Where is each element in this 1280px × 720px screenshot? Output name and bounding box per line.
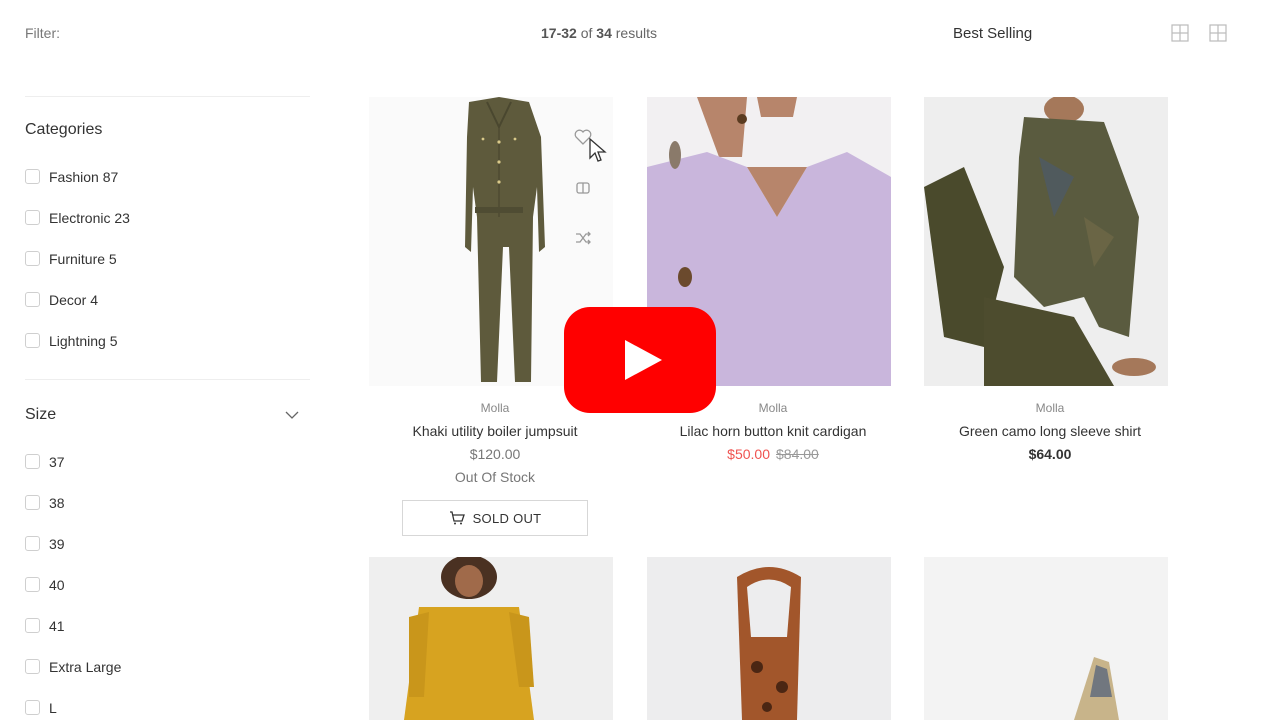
results-range: 17-32	[541, 25, 577, 41]
size-label: 37	[49, 453, 65, 470]
product-image-scarf[interactable]	[647, 557, 891, 720]
sidebar-divider	[25, 379, 310, 380]
compare-icon[interactable]	[573, 178, 593, 198]
results-total: 34	[596, 25, 612, 41]
size-extra-large[interactable]: Extra Large	[25, 646, 310, 687]
categories-list: Fashion 87 Electronic 23 Furniture 5 Dec…	[25, 156, 310, 361]
product-brand[interactable]: Molla	[928, 401, 1172, 415]
category-furniture[interactable]: Furniture 5	[25, 238, 310, 279]
size-label: L	[49, 699, 57, 716]
size-39[interactable]: 39	[25, 523, 310, 564]
checkbox[interactable]	[25, 536, 40, 551]
category-lightning[interactable]: Lightning 5	[25, 320, 310, 361]
category-label: Fashion 87	[49, 168, 119, 185]
checkbox[interactable]	[25, 577, 40, 592]
mouse-cursor-icon	[589, 138, 607, 162]
product-image-shoe[interactable]	[924, 557, 1168, 720]
size-label: 39	[49, 535, 65, 552]
stock-status: Out Of Stock	[454, 469, 536, 485]
sold-out-button[interactable]: SOLD OUT	[402, 500, 588, 536]
checkbox[interactable]	[25, 700, 40, 715]
sold-out-label: SOLD OUT	[472, 510, 542, 526]
checkbox[interactable]	[25, 659, 40, 674]
shop-toolbar: Filter: 17-32 of 34 results Best Selling	[0, 0, 1280, 70]
old-price: $84.00	[776, 446, 819, 462]
size-label: 41	[49, 617, 65, 634]
checkbox[interactable]	[25, 210, 40, 225]
sort-select[interactable]: Best Selling	[953, 25, 1032, 42]
size-38[interactable]: 38	[25, 482, 310, 523]
product-price: $64.00	[1028, 446, 1072, 462]
category-label: Lightning 5	[49, 332, 118, 349]
results-count: 17-32 of 34 results	[541, 25, 657, 41]
category-label: Electronic 23	[49, 209, 130, 226]
checkbox[interactable]	[25, 495, 40, 510]
chevron-down-icon[interactable]	[285, 411, 299, 419]
results-word: results	[615, 25, 657, 41]
size-41[interactable]: 41	[25, 605, 310, 646]
category-fashion[interactable]: Fashion 87	[25, 156, 310, 197]
checkbox[interactable]	[25, 251, 40, 266]
size-37[interactable]: 37	[25, 441, 310, 482]
youtube-play-button[interactable]	[564, 307, 716, 413]
sizes-list: 37 38 39 40 41 Extra Large L	[25, 441, 310, 720]
size-l[interactable]: L	[25, 687, 310, 720]
filter-label[interactable]: Filter:	[25, 25, 60, 41]
category-decor[interactable]: Decor 4	[25, 279, 310, 320]
sidebar-divider	[25, 96, 310, 97]
category-label: Decor 4	[49, 291, 99, 308]
size-title-text: Size	[25, 406, 57, 423]
checkbox[interactable]	[25, 292, 40, 307]
category-label: Furniture 5	[49, 250, 117, 267]
filter-sidebar: Categories Fashion 87 Electronic 23 Furn…	[25, 96, 310, 720]
grid-2-icon[interactable]	[1171, 24, 1189, 42]
size-label: Extra Large	[49, 658, 122, 675]
size-label: 38	[49, 494, 65, 511]
product-image-camo-shirt[interactable]	[924, 97, 1168, 386]
size-label: 40	[49, 576, 65, 593]
size-title[interactable]: Size	[25, 406, 299, 424]
size-40[interactable]: 40	[25, 564, 310, 605]
cart-icon	[449, 511, 465, 525]
shuffle-icon[interactable]	[573, 228, 593, 248]
sale-price: $50.00	[727, 446, 770, 462]
product-price: $120.00	[469, 446, 521, 462]
product-name[interactable]: Green camo long sleeve shirt	[928, 423, 1172, 439]
grid-4-icon[interactable]	[1209, 24, 1227, 42]
checkbox[interactable]	[25, 169, 40, 184]
results-of: of	[580, 25, 593, 41]
checkbox[interactable]	[25, 454, 40, 469]
categories-title[interactable]: Categories	[25, 121, 299, 139]
product-image-yellow-dress[interactable]	[369, 557, 613, 720]
checkbox[interactable]	[25, 333, 40, 348]
product-name[interactable]: Khaki utility boiler jumpsuit	[373, 423, 617, 439]
product-name[interactable]: Lilac horn button knit cardigan	[651, 423, 895, 439]
checkbox[interactable]	[25, 618, 40, 633]
product-price: $50.00 $84.00	[651, 446, 895, 462]
youtube-play-icon[interactable]	[564, 307, 716, 413]
category-electronic[interactable]: Electronic 23	[25, 197, 310, 238]
categories-title-text: Categories	[25, 121, 103, 138]
